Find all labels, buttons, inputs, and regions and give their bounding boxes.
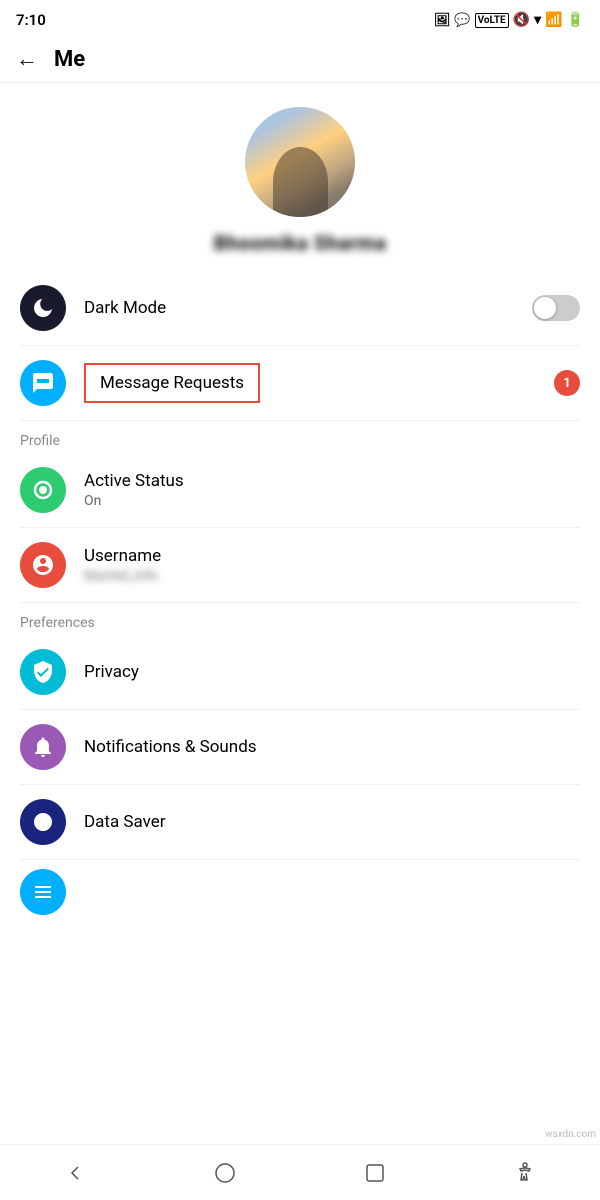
nav-back-button[interactable] <box>50 1148 100 1198</box>
back-button[interactable]: ← <box>16 46 38 72</box>
username-label: Username <box>84 546 580 566</box>
active-status-label: Active Status <box>84 471 580 491</box>
mute-icon: 🔇 <box>513 12 530 28</box>
nav-recent-button[interactable] <box>350 1148 400 1198</box>
nav-back-icon <box>63 1161 87 1185</box>
privacy-icon <box>20 649 66 695</box>
nav-home-icon <box>213 1161 237 1185</box>
active-status-item[interactable]: Active Status On <box>0 453 600 527</box>
status-time: 7:10 <box>16 11 46 29</box>
wifi-icon: ▾ <box>534 12 541 28</box>
data-saver-label: Data Saver <box>84 812 580 832</box>
profile-section: Bhoomika Sharma <box>0 83 600 271</box>
dark-mode-label-block: Dark Mode <box>84 298 532 318</box>
nav-recent-icon <box>363 1161 387 1185</box>
dark-mode-label: Dark Mode <box>84 298 532 318</box>
gallery-icon: 🖼 <box>434 13 451 28</box>
notifications-label: Notifications & Sounds <box>84 737 580 757</box>
message-requests-badge: 1 <box>554 370 580 396</box>
message-requests-highlight: Message Requests <box>84 363 260 403</box>
notifications-item[interactable]: Notifications & Sounds <box>0 710 600 784</box>
page-title: Me <box>54 47 85 72</box>
profile-section-header: Profile <box>0 421 600 453</box>
dark-mode-toggle[interactable] <box>532 295 580 321</box>
message-requests-icon <box>20 360 66 406</box>
nav-accessibility-button[interactable] <box>500 1148 550 1198</box>
preferences-section-header: Preferences <box>0 603 600 635</box>
dark-mode-icon <box>20 285 66 331</box>
username-icon <box>20 542 66 588</box>
nav-home-button[interactable] <box>200 1148 250 1198</box>
username-item[interactable]: Username blurred_info <box>0 528 600 602</box>
privacy-label: Privacy <box>84 662 580 682</box>
data-saver-item[interactable]: Data Saver <box>0 785 600 859</box>
notifications-icon <box>20 724 66 770</box>
toggle-knob <box>534 297 556 319</box>
volte-label: VoLTE <box>475 13 509 28</box>
status-icons: 🖼 💬 VoLTE 🔇 ▾ 📶 🔋 <box>434 12 584 28</box>
privacy-item[interactable]: Privacy <box>0 635 600 709</box>
battery-icon: 🔋 <box>567 12 584 28</box>
notifications-label-block: Notifications & Sounds <box>84 737 580 757</box>
status-bar: 7:10 🖼 💬 VoLTE 🔇 ▾ 📶 🔋 <box>0 0 600 36</box>
nav-accessibility-icon <box>513 1161 537 1185</box>
avatar[interactable] <box>245 107 355 217</box>
messenger-icon: 💬 <box>454 13 470 28</box>
header: ← Me <box>0 36 600 83</box>
storage-icon <box>20 869 66 915</box>
active-status-label-block: Active Status On <box>84 471 580 509</box>
active-status-sublabel: On <box>84 493 580 509</box>
data-saver-icon <box>20 799 66 845</box>
message-requests-label: Message Requests <box>100 373 244 393</box>
dark-mode-item[interactable]: Dark Mode <box>0 271 600 345</box>
username-sublabel: blurred_info <box>84 568 580 584</box>
storage-item[interactable] <box>0 860 600 924</box>
bottom-nav <box>0 1144 600 1200</box>
watermark: wsxdn.com <box>545 1129 596 1140</box>
data-saver-label-block: Data Saver <box>84 812 580 832</box>
username-label-block: Username blurred_info <box>84 546 580 584</box>
privacy-label-block: Privacy <box>84 662 580 682</box>
message-requests-item[interactable]: Message Requests 1 <box>0 346 600 420</box>
profile-name: Bhoomika Sharma <box>214 231 387 255</box>
signal-icon: 📶 <box>545 12 562 28</box>
active-status-icon <box>20 467 66 513</box>
